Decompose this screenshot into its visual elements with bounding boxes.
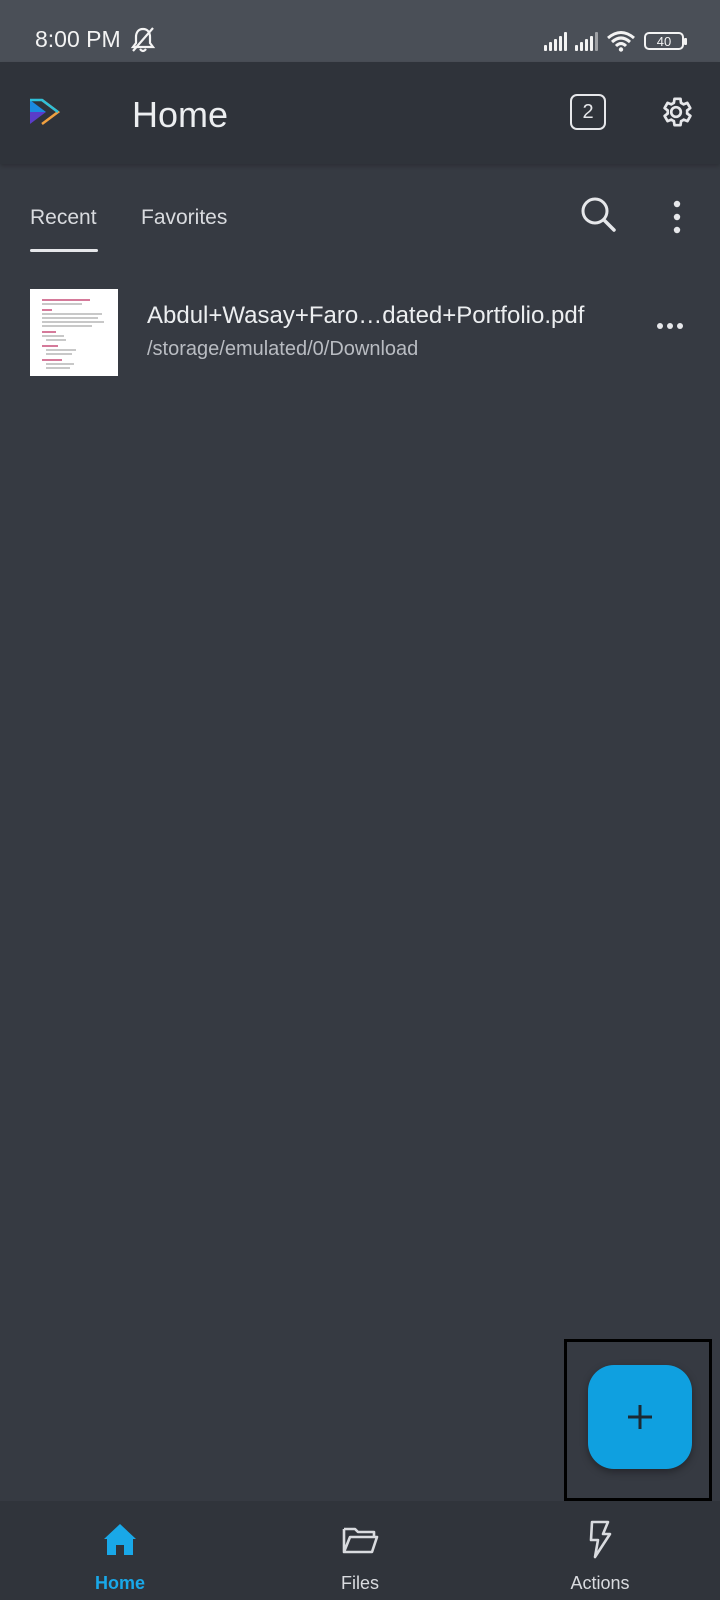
signal-2-icon	[575, 31, 598, 51]
status-time: 8:00 PM	[35, 26, 121, 52]
app-logo-icon	[30, 98, 60, 125]
active-tab-indicator	[30, 249, 98, 252]
tab-favorites[interactable]: Favorites	[141, 206, 227, 230]
list-item[interactable]: Abdul+Wasay+Faro…dated+Portfolio.pdf /st…	[0, 282, 720, 378]
open-tabs-count: 2	[582, 100, 594, 123]
more-options-icon[interactable]	[672, 200, 682, 234]
signal-1-icon	[544, 31, 567, 51]
folder-open-icon	[342, 1527, 379, 1554]
page-title: Home	[132, 94, 229, 135]
plus-icon	[628, 1405, 652, 1429]
lightning-icon	[589, 1520, 612, 1559]
nav-files[interactable]: Files	[290, 1513, 430, 1597]
bottom-navigation: Home Files Actions	[0, 1501, 720, 1600]
status-bar: 8:00 PM 40	[0, 0, 720, 62]
tabs-row: Recent Favorites	[0, 164, 720, 254]
create-new-button[interactable]	[588, 1365, 692, 1469]
battery-level: 40	[656, 33, 672, 49]
nav-home-label: Home	[94, 1573, 145, 1593]
file-path: /storage/emulated/0/Download	[147, 338, 419, 360]
file-name: Abdul+Wasay+Faro…dated+Portfolio.pdf	[147, 302, 585, 329]
nav-actions-label: Actions	[570, 1573, 630, 1593]
home-icon	[104, 1524, 136, 1555]
tab-recent[interactable]: Recent	[30, 206, 97, 230]
battery-icon: 40	[644, 32, 687, 50]
more-horizontal-icon[interactable]	[656, 322, 684, 330]
search-icon[interactable]	[578, 194, 618, 234]
open-tabs-button[interactable]: 2	[570, 94, 606, 130]
nav-files-label: Files	[340, 1573, 379, 1593]
wifi-icon	[607, 31, 635, 52]
pdf-thumbnail	[30, 289, 118, 376]
settings-gear-icon[interactable]	[658, 94, 694, 130]
nav-actions[interactable]: Actions	[530, 1513, 670, 1597]
nav-home[interactable]: Home	[50, 1513, 190, 1597]
app-bar: Home 2	[0, 62, 720, 164]
notifications-off-icon	[130, 27, 156, 53]
